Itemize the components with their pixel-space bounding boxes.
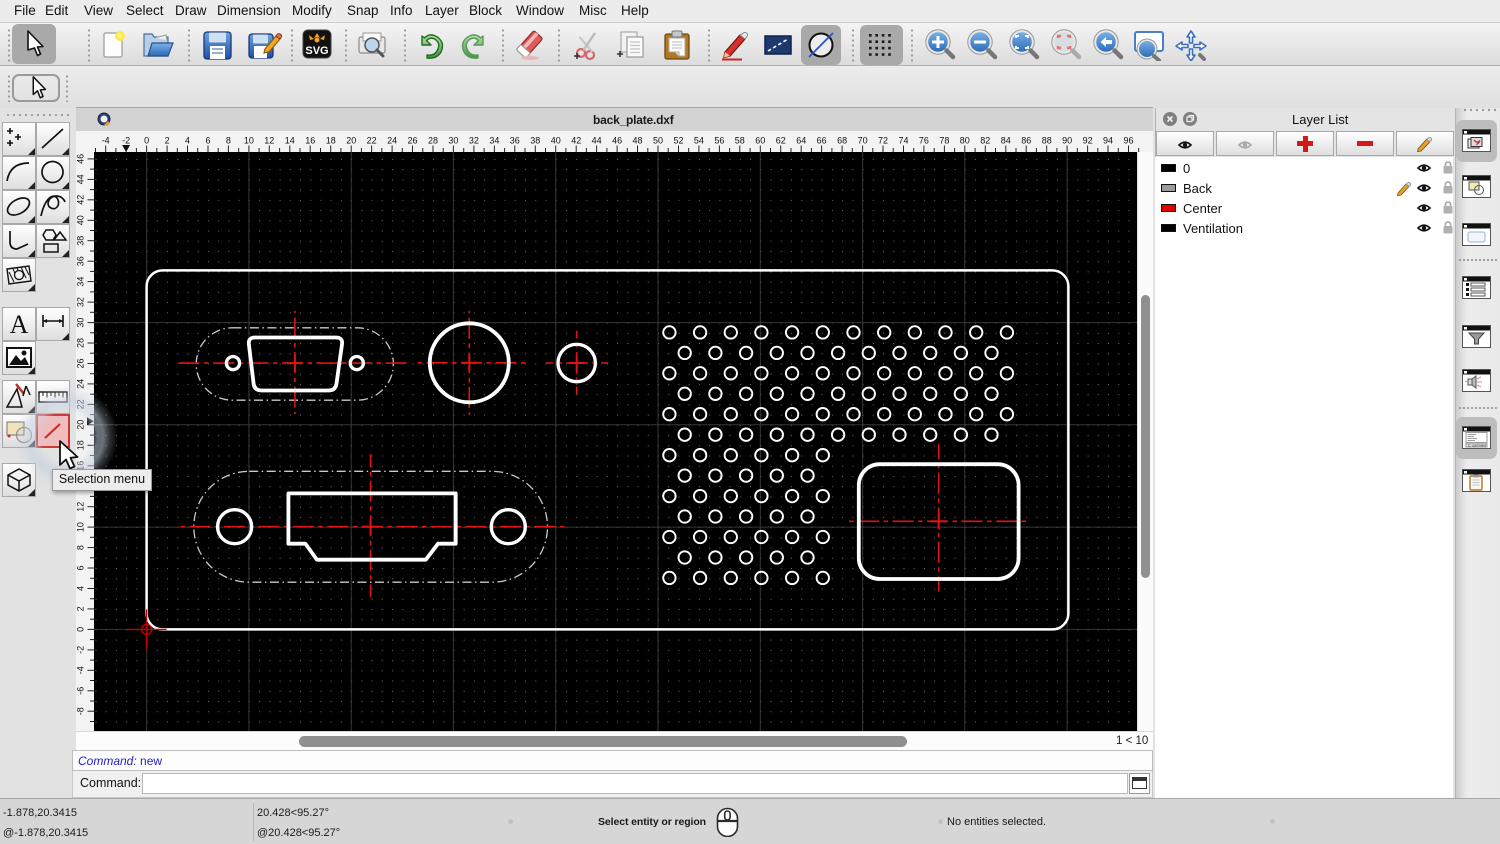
svg-text:26: 26 xyxy=(407,136,417,146)
svg-text:16: 16 xyxy=(305,136,315,146)
svg-text:2: 2 xyxy=(165,136,170,146)
svg-text:72: 72 xyxy=(878,136,888,146)
svg-text:14: 14 xyxy=(285,136,295,146)
svg-text:10: 10 xyxy=(244,136,254,146)
svg-text:-6: -6 xyxy=(76,687,86,695)
svg-text:22: 22 xyxy=(367,136,377,146)
svg-text:46: 46 xyxy=(76,154,86,164)
svg-text:20: 20 xyxy=(346,136,356,146)
svg-text:30: 30 xyxy=(76,318,86,328)
svg-text:64: 64 xyxy=(796,136,806,146)
svg-text:76: 76 xyxy=(919,136,929,146)
svg-text:40: 40 xyxy=(76,215,86,225)
svg-text:36: 36 xyxy=(76,256,86,266)
svg-text:0: 0 xyxy=(144,136,149,146)
svg-text:30: 30 xyxy=(448,136,458,146)
svg-text:A: A xyxy=(10,310,29,339)
svg-text:62: 62 xyxy=(776,136,786,146)
svg-text:6: 6 xyxy=(76,565,86,570)
svg-text:86: 86 xyxy=(1021,136,1031,146)
svg-text:34: 34 xyxy=(489,136,499,146)
svg-text:66: 66 xyxy=(817,136,827,146)
svg-text:28: 28 xyxy=(428,136,438,146)
svg-text:32: 32 xyxy=(76,297,86,307)
svg-text:-4: -4 xyxy=(102,136,110,146)
svg-text:12: 12 xyxy=(264,136,274,146)
svg-text:38: 38 xyxy=(530,136,540,146)
svg-text:50: 50 xyxy=(653,136,663,146)
svg-text:80: 80 xyxy=(960,136,970,146)
svg-text:90: 90 xyxy=(1062,136,1072,146)
svg-text:94: 94 xyxy=(1103,136,1113,146)
svg-text:C: command: C: command xyxy=(1468,443,1486,447)
svg-text:56: 56 xyxy=(714,136,724,146)
svg-text:96: 96 xyxy=(1123,136,1133,146)
svg-text:42: 42 xyxy=(571,136,581,146)
svg-text:70: 70 xyxy=(858,136,868,146)
svg-text:78: 78 xyxy=(939,136,949,146)
svg-text:84: 84 xyxy=(1001,136,1011,146)
svg-text:44: 44 xyxy=(76,174,86,184)
svg-text:74: 74 xyxy=(898,136,908,146)
svg-text:8: 8 xyxy=(226,136,231,146)
svg-text:28: 28 xyxy=(76,338,86,348)
svg-text:48: 48 xyxy=(632,136,642,146)
svg-text:26: 26 xyxy=(76,358,86,368)
svg-text:0: 0 xyxy=(76,627,86,632)
svg-text:36: 36 xyxy=(510,136,520,146)
svg-text:4: 4 xyxy=(76,586,86,591)
svg-text:44: 44 xyxy=(592,136,602,146)
svg-text:6: 6 xyxy=(205,136,210,146)
svg-text:24: 24 xyxy=(387,136,397,146)
svg-text:68: 68 xyxy=(837,136,847,146)
svg-text:60: 60 xyxy=(755,136,765,146)
svg-text:42: 42 xyxy=(76,195,86,205)
svg-text:32: 32 xyxy=(469,136,479,146)
svg-text:54: 54 xyxy=(694,136,704,146)
svg-text:SVG: SVG xyxy=(305,45,328,57)
svg-text:92: 92 xyxy=(1083,136,1093,146)
svg-text:18: 18 xyxy=(326,136,336,146)
svg-text:8: 8 xyxy=(76,545,86,550)
svg-text:-8: -8 xyxy=(76,707,86,715)
svg-text:58: 58 xyxy=(735,136,745,146)
svg-text:-4: -4 xyxy=(76,666,86,674)
svg-text:4: 4 xyxy=(185,136,190,146)
svg-text:10: 10 xyxy=(76,522,86,532)
svg-text:-2: -2 xyxy=(76,646,86,654)
svg-text:-2: -2 xyxy=(122,136,130,146)
svg-text:46: 46 xyxy=(612,136,622,146)
svg-text:34: 34 xyxy=(76,277,86,287)
svg-text:88: 88 xyxy=(1042,136,1052,146)
svg-text:38: 38 xyxy=(76,236,86,246)
svg-text:12: 12 xyxy=(76,502,86,512)
svg-text:40: 40 xyxy=(551,136,561,146)
svg-text:52: 52 xyxy=(673,136,683,146)
svg-text:82: 82 xyxy=(980,136,990,146)
svg-text:2: 2 xyxy=(76,606,86,611)
